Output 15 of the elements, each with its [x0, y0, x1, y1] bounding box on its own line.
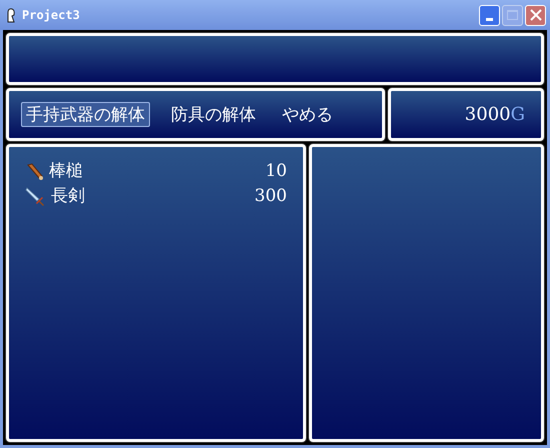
currency-unit: G	[510, 103, 525, 127]
window-title: Project3	[22, 7, 80, 24]
money-amount: 3000	[464, 103, 511, 127]
minimize-button[interactable]	[479, 4, 500, 26]
club-icon	[25, 162, 45, 182]
item-name: 長剣	[51, 184, 85, 208]
command-option[interactable]: やめる	[277, 102, 338, 127]
item-count: 10	[265, 160, 287, 183]
command-option[interactable]: 防具の解体	[166, 102, 261, 127]
command-option[interactable]: 手持武器の解体	[21, 102, 150, 127]
item-name: 棒槌	[49, 160, 83, 183]
item-count: 300	[254, 184, 287, 208]
close-button[interactable]	[525, 4, 546, 26]
close-icon	[530, 9, 542, 21]
sword-icon	[25, 186, 47, 208]
